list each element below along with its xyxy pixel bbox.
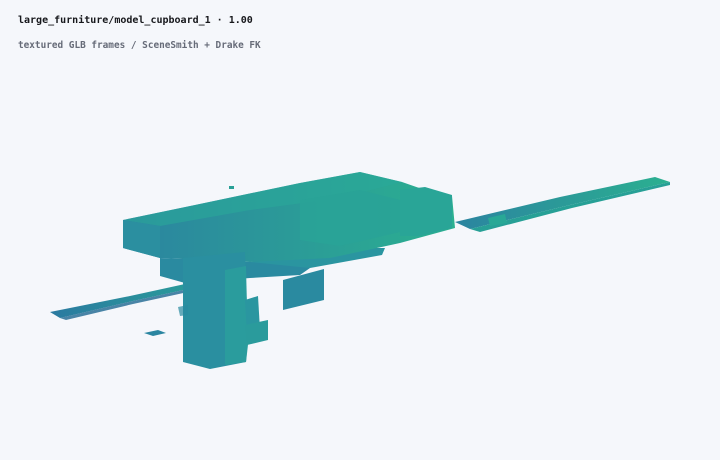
tiny-fragment <box>229 186 234 189</box>
left-plank-part <box>50 284 188 318</box>
small-fragment <box>144 330 166 336</box>
left-plank-edge <box>60 289 188 320</box>
right-plank-edge <box>470 182 670 232</box>
cupboard-right-block <box>400 187 452 236</box>
support-column-side <box>225 266 248 365</box>
right-plank-part <box>455 177 670 229</box>
render-viewport <box>50 172 670 369</box>
cupboard-front-face <box>123 220 160 258</box>
mid-shard <box>178 305 188 316</box>
